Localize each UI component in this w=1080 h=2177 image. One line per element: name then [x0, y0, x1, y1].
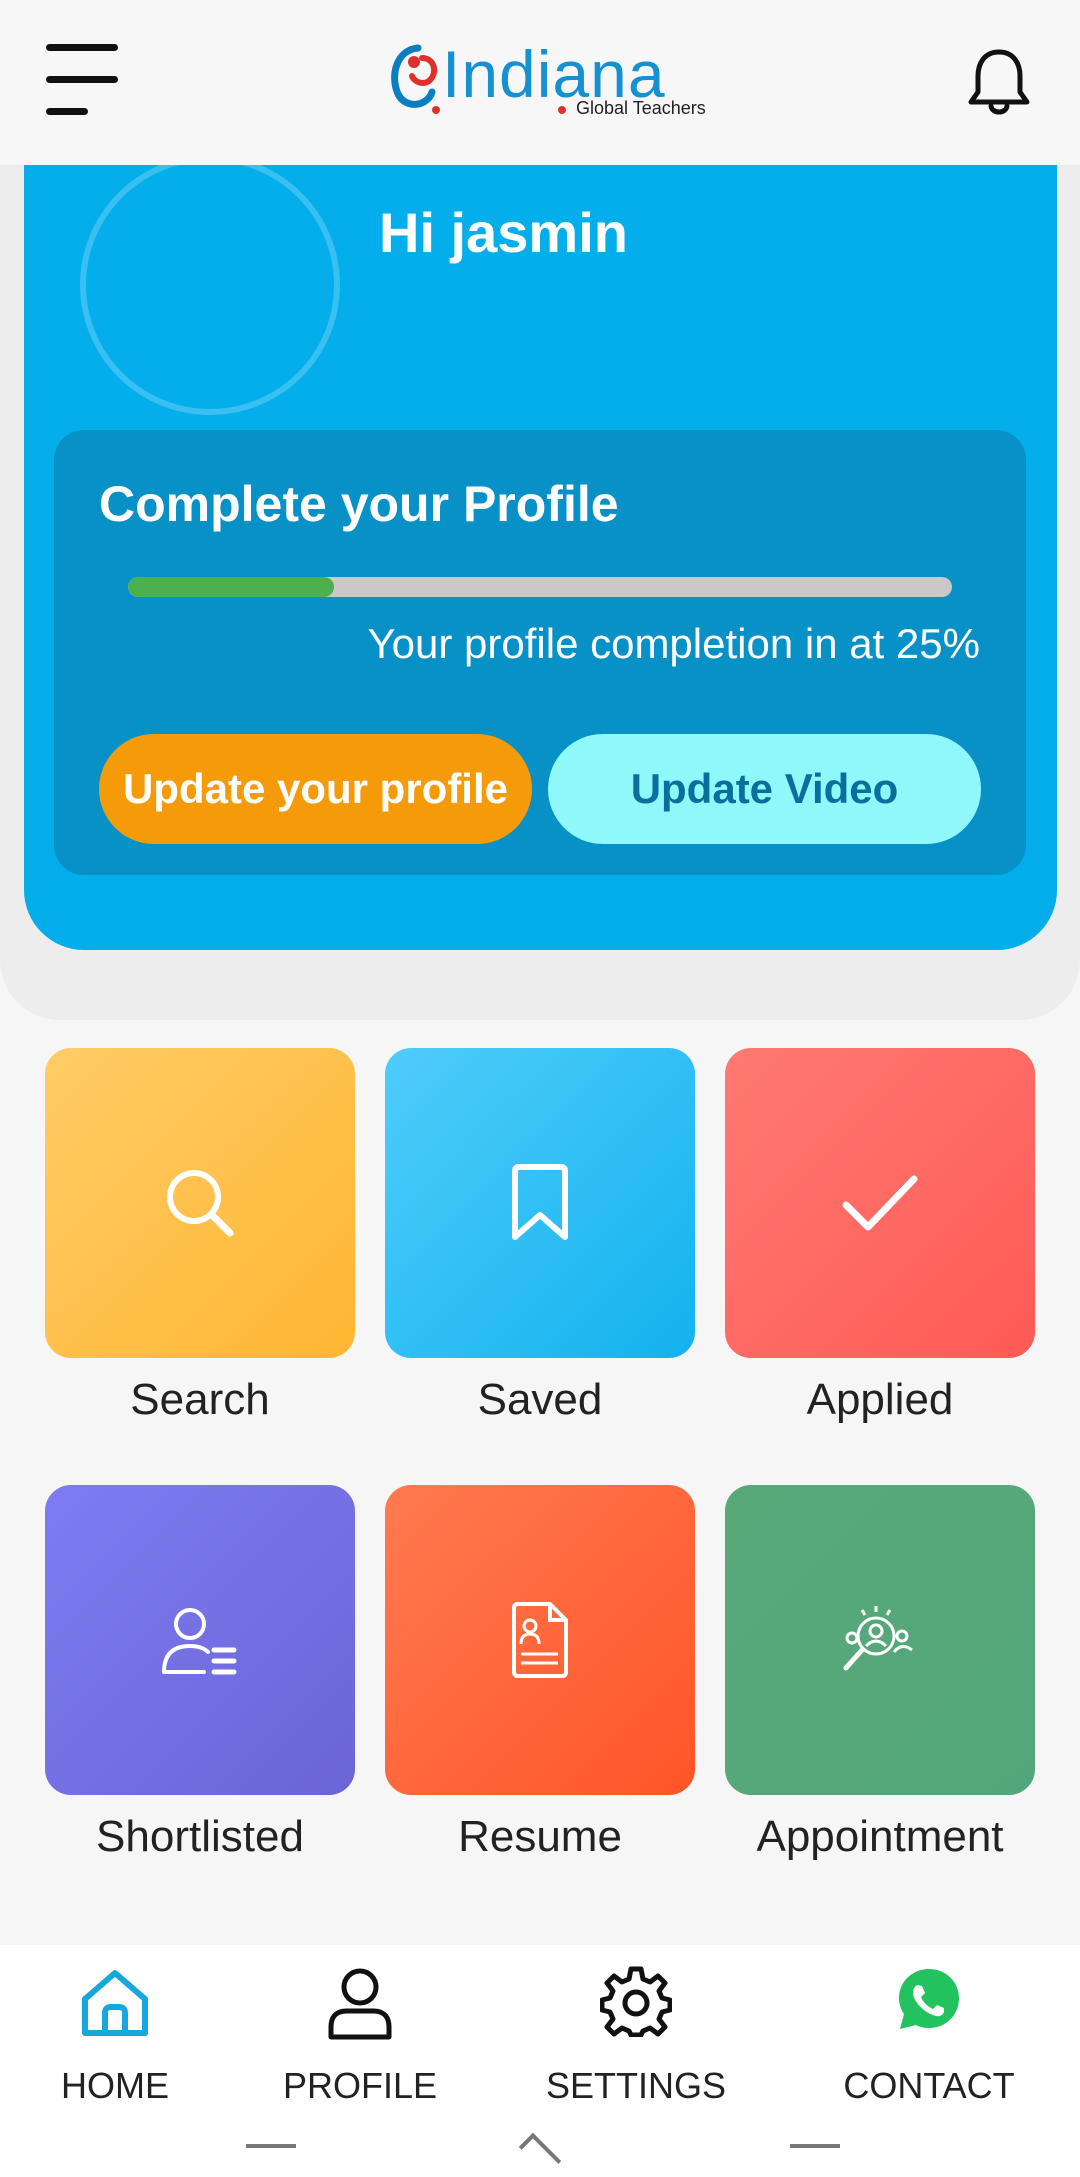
profile-completion-text: Your profile completion in at 25% — [367, 620, 981, 667]
tile-appointment[interactable] — [725, 1485, 1035, 1795]
tile-search[interactable] — [45, 1048, 355, 1358]
home-system-icon[interactable] — [518, 2132, 562, 2176]
tile-label-saved: Saved — [477, 1375, 603, 1424]
nav-settings[interactable]: SETTINGS — [526, 1965, 746, 2115]
avatar[interactable] — [80, 165, 340, 415]
gear-icon — [600, 1966, 672, 2037]
nav-label-home: HOME — [61, 2065, 169, 2106]
hamburger-menu-button[interactable] — [46, 40, 122, 120]
profile-completion-title: Complete your Profile — [99, 476, 619, 532]
document-icon — [512, 1602, 568, 1678]
back-icon[interactable] — [790, 2144, 840, 2148]
system-navigation-bar — [0, 2132, 1080, 2177]
tile-shortlisted[interactable] — [45, 1485, 355, 1795]
bell-icon — [968, 49, 1030, 115]
nav-label-profile: PROFILE — [282, 2065, 438, 2106]
notification-bell-button[interactable] — [966, 46, 1032, 118]
greeting-text: Hi jasmin — [379, 201, 628, 264]
menu-line — [46, 108, 88, 115]
person-icon — [328, 1968, 392, 2040]
menu-line — [46, 76, 118, 83]
user-list-icon — [162, 1608, 237, 1675]
tile-label-resume: Resume — [458, 1812, 622, 1861]
logo-subtext: Global Teachers — [576, 98, 706, 118]
search-people-icon — [843, 1606, 913, 1671]
tile-applied[interactable] — [725, 1048, 1035, 1358]
tile-label-shortlisted: Shortlisted — [96, 1812, 304, 1861]
home-icon — [82, 1970, 148, 2036]
tile-resume[interactable] — [385, 1485, 695, 1795]
whatsapp-icon — [899, 1969, 959, 2029]
nav-home[interactable]: HOME — [5, 1965, 225, 2115]
tile-label-appointment: Appointment — [756, 1812, 1004, 1861]
tile-label-search: Search — [130, 1375, 270, 1424]
nav-profile[interactable]: PROFILE — [250, 1965, 470, 2115]
bookmark-icon — [512, 1164, 568, 1240]
menu-line — [46, 44, 118, 51]
tile-saved[interactable] — [385, 1048, 695, 1358]
search-icon — [167, 1170, 234, 1237]
app-logo: Indiana Global Teachers — [388, 36, 708, 126]
profile-progress-bar — [128, 577, 952, 597]
update-profile-button[interactable]: Update your profile — [99, 734, 532, 844]
tile-label-applied: Applied — [806, 1375, 954, 1424]
nav-label-contact: CONTACT — [843, 2065, 1015, 2106]
recent-apps-icon[interactable] — [246, 2144, 296, 2148]
nav-label-settings: SETTINGS — [545, 2065, 727, 2106]
check-icon — [842, 1175, 918, 1231]
update-video-button[interactable]: Update Video — [548, 734, 981, 844]
profile-progress-fill — [128, 577, 334, 597]
nav-contact[interactable]: CONTACT — [819, 1965, 1039, 2115]
